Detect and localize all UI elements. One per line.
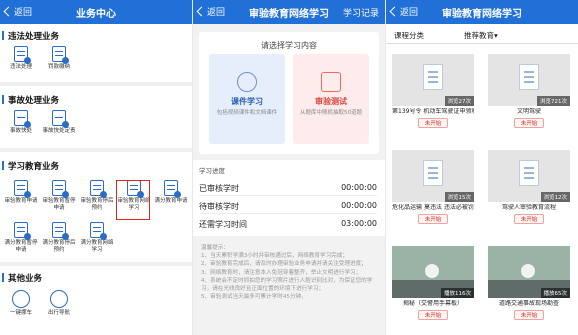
progress-row: 待审核学时 00:00:00 <box>199 198 377 214</box>
course-name: 文明驾驶 <box>516 108 541 115</box>
business-center-screen: 返回 业务中心 违法处理业务 违法处理 罚款缴纳 事故处理业务 事故快处 事故快… <box>0 0 192 335</box>
document-icon <box>519 160 539 186</box>
course-name: 揭秘（交警用手幕板） <box>402 300 463 307</box>
calendar-icon <box>90 180 107 198</box>
top-bar: 返回 审验教育网络学习 <box>386 0 578 24</box>
page-title: 业务中心 <box>76 9 116 20</box>
document-icon <box>164 180 181 198</box>
document-icon <box>14 180 31 198</box>
play-icon <box>521 264 535 278</box>
play-icon <box>425 264 439 278</box>
course-status: 未开始 <box>514 310 544 320</box>
study-record-link[interactable]: 学习记录 <box>343 6 379 19</box>
item-full-score-online[interactable]: 满分教育网络学习 <box>78 222 116 254</box>
monitor-icon <box>90 222 107 240</box>
section-violation: 违法处理业务 <box>1 31 60 42</box>
course-status: 未开始 <box>418 214 448 224</box>
course-card[interactable]: 浏览721次 文明驾驶 未开始 <box>488 54 570 128</box>
divider <box>0 262 192 266</box>
online-study-screen: 返回 审验教育网络学习 学习记录 请选择学习内容 课件学习 包括视频课件和文档课… <box>193 0 385 335</box>
course-name: 道路交通事故现场勘查 <box>498 300 559 307</box>
top-bar: 返回 业务中心 <box>0 0 192 24</box>
filter-bar: 课程分类 推荐教育▾ <box>386 24 578 44</box>
pause-document-icon <box>52 180 69 198</box>
item-violation-process[interactable]: 违法处理 <box>2 46 40 71</box>
car-liability-icon <box>52 110 69 128</box>
section-accident: 事故处理业务 <box>1 95 60 106</box>
content-chooser: 请选择学习内容 课件学习 包括视频课件和文档课件 审验测试 从题库中随机抽取50… <box>199 32 379 154</box>
car-move-icon <box>12 290 30 308</box>
card-desc: 从题库中随机抽取50道题 <box>300 110 362 116</box>
section-education: 学习教育业务 <box>1 161 60 172</box>
item-accident-liability[interactable]: 事故快处定责 <box>40 110 78 135</box>
tips: 温馨提示： 1、当天累积学满3小时并审核通过后，网络教育学习完成； 2、审验教育… <box>201 245 373 301</box>
item-full-score-apply[interactable]: 满分教育申请 <box>152 180 190 205</box>
progress-title: 学习进度 <box>199 167 225 175</box>
document-icon <box>519 64 539 90</box>
divider <box>0 148 192 152</box>
course-thumbnail: 浏览12次 <box>488 150 570 202</box>
item-edu-apply[interactable]: 审验教育申请 <box>2 180 40 205</box>
divider <box>0 82 192 86</box>
page-title: 审验教育网络学习 <box>442 9 522 20</box>
course-card[interactable]: 播放65次 道路交通事故现场勘查 未开始 <box>488 246 570 320</box>
item-full-score-reserve[interactable]: 满分教育停后预约 <box>40 222 78 254</box>
review-test-card[interactable]: 审验测试 从题库中随机抽取50道题 <box>293 54 369 144</box>
course-card[interactable]: 浏览27次 第139号令 机动车驾驶证申领和使用规定 未开始 <box>392 54 474 128</box>
card-title: 课件学习 <box>231 97 263 106</box>
item-accident-quick[interactable]: 事故快处 <box>2 110 40 135</box>
highlight-box <box>116 180 150 220</box>
course-status: 未开始 <box>514 214 544 224</box>
item-navigation[interactable]: 出行导航 <box>40 290 78 317</box>
calendar-icon <box>52 222 69 240</box>
video-thumbnail: 播放116次 <box>392 246 474 298</box>
document-icon <box>423 160 443 186</box>
pause-document-icon <box>14 222 31 240</box>
recommend-filter[interactable]: 推荐教育▾ <box>464 30 498 41</box>
course-status: 未开始 <box>514 118 544 128</box>
chooser-title: 请选择学习内容 <box>261 41 317 50</box>
document-icon <box>423 64 443 90</box>
item-fine-payment[interactable]: 罚款缴纳 <box>40 46 78 71</box>
item-move-car[interactable]: 一键挪车 <box>2 290 40 317</box>
top-bar: 返回 审验教育网络学习 学习记录 <box>193 0 385 24</box>
course-card[interactable]: 播放116次 揭秘（交警用手幕板） 未开始 <box>392 246 474 320</box>
payment-icon <box>52 46 69 64</box>
course-status: 未开始 <box>418 310 448 320</box>
study-icon <box>237 72 257 92</box>
section-other: 其他业务 <box>1 273 43 284</box>
course-status: 未开始 <box>418 118 448 128</box>
car-icon <box>14 110 31 128</box>
card-desc: 包括视频课件和文档课件 <box>216 110 278 116</box>
course-name: 危化品运输 莫违法 违法必被罚 <box>392 204 474 211</box>
item-edu-pause[interactable]: 审验教育暂停申请 <box>40 180 78 212</box>
course-list-screen: 返回 审验教育网络学习 课程分类 推荐教育▾ 浏览27次 第139号令 机动车驾… <box>386 0 578 335</box>
course-thumbnail: 浏览15次 <box>392 150 474 202</box>
document-icon <box>14 46 31 64</box>
progress-row: 已审核学时 00:00:00 <box>199 180 377 196</box>
card-title: 审验测试 <box>315 97 347 106</box>
item-full-score-pause[interactable]: 满分教育暂停申请 <box>2 222 40 254</box>
progress-section: 学习进度 已审核学时 00:00:00 待审核学时 00:00:00 还需学习时间 0… <box>193 160 385 236</box>
courseware-study-card[interactable]: 课件学习 包括视频课件和文档课件 <box>209 54 285 144</box>
course-name: 驾驶人审验教育流程 <box>501 204 556 211</box>
video-thumbnail: 播放65次 <box>488 246 570 298</box>
course-thumbnail: 浏览27次 <box>392 54 474 106</box>
course-card[interactable]: 浏览15次 危化品运输 莫违法 违法必被罚 未开始 <box>392 150 474 224</box>
course-thumbnail: 浏览721次 <box>488 54 570 106</box>
course-name: 第139号令 机动车驾驶证申领和使用规定 <box>392 108 474 115</box>
category-filter[interactable]: 课程分类 <box>394 30 424 41</box>
item-edu-reserve[interactable]: 审验教育停后预约 <box>78 180 116 212</box>
progress-row: 还需学习时间 03:00:00 <box>199 219 377 229</box>
navigation-icon <box>50 290 68 308</box>
test-icon <box>321 72 341 92</box>
course-card[interactable]: 浏览12次 驾驶人审验教育流程 未开始 <box>488 150 570 224</box>
